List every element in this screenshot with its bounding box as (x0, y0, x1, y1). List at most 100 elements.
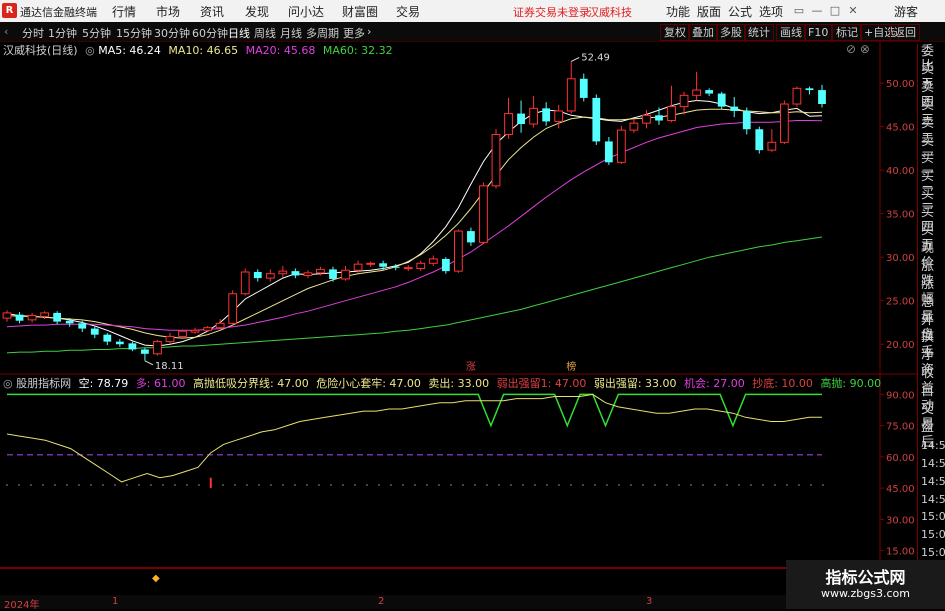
button-overlay[interactable]: 叠加 (688, 24, 718, 41)
candle (190, 327, 200, 334)
tab-weekly[interactable]: 周线 (254, 25, 276, 41)
timeline-month-2: 2 (378, 596, 385, 607)
candle-body (705, 90, 714, 94)
candle-body (767, 141, 777, 151)
ma-line-ma10 (6, 108, 823, 339)
menu-item-market[interactable]: 市场 (156, 3, 180, 20)
tab-1min[interactable]: 1分钟 (48, 25, 77, 41)
kline-chart[interactable]: 50.00 45.00 40.00 35.00 30.00 25.00 20.00 90.00… (0, 41, 917, 595)
button-statistics[interactable]: 统计 (744, 24, 774, 41)
button-back[interactable]: 返回 (890, 24, 920, 41)
tab-monthly[interactable]: 月线 (280, 25, 302, 41)
menu-item-wealth[interactable]: 财富圈 (342, 3, 378, 20)
quote-field-22: 14:56 (921, 438, 945, 452)
menu-item-trade[interactable]: 交易 (396, 3, 420, 20)
menu-item-ask[interactable]: 问小达 (288, 3, 324, 20)
candle (805, 86, 814, 95)
candle (504, 97, 513, 139)
candle (153, 339, 162, 356)
candle-body (717, 93, 726, 107)
candle (517, 100, 525, 133)
candle (592, 94, 601, 145)
tab-30min[interactable]: 30分钟 (154, 25, 190, 41)
menu-item-formula[interactable]: 公式 (728, 3, 752, 20)
candle-body (479, 185, 488, 243)
candle-body (542, 108, 551, 122)
candle (755, 126, 764, 154)
menu-item-function[interactable]: 功能 (666, 3, 690, 20)
restore-icon[interactable]: ▭ (790, 2, 808, 19)
ma60-label: MA60: 32.32 (322, 44, 393, 57)
candle (441, 257, 450, 274)
candle (90, 326, 99, 339)
menu-item-layout[interactable]: 版面 (697, 3, 721, 20)
y-axis-ticks: 50.00 45.00 40.00 35.00 30.00 25.00 20.00 90.00… (880, 79, 915, 558)
tab-multi-period[interactable]: 多周期 (306, 25, 339, 41)
green-high-sell-line (7, 393, 822, 428)
candle (403, 265, 413, 272)
y-tick-label: 40.00 (886, 166, 915, 177)
app-logo-icon: R (2, 3, 17, 18)
tab-15min[interactable]: 15分钟 (116, 25, 152, 41)
button-mark[interactable]: 标记 (832, 24, 862, 41)
maximize-icon[interactable]: □ (826, 2, 844, 19)
candle-body (265, 273, 275, 279)
candle-body (90, 328, 99, 335)
candle-body (366, 262, 376, 265)
candle (416, 260, 426, 272)
tab-bar-arrow-icon[interactable]: ‹ (4, 25, 8, 38)
button-adjust[interactable]: 复权 (660, 24, 690, 41)
ind-tick-label: 15.00 (886, 547, 915, 558)
ma-line-ma5 (6, 99, 823, 347)
candle-body (228, 293, 238, 324)
tab-daily[interactable]: 日线 (228, 25, 250, 41)
guest-label[interactable]: 游客 (894, 3, 918, 20)
indicator-label-duo: 多: 61.00 (135, 377, 186, 390)
candle-body (604, 141, 613, 163)
button-draw[interactable]: 画线 (776, 24, 806, 41)
menu-item-discover[interactable]: 发现 (245, 3, 269, 20)
candle-body (779, 103, 789, 143)
menu-item-news[interactable]: 资讯 (200, 3, 224, 20)
quote-field-24: 14:56 (921, 474, 945, 488)
ma20-label: MA20: 45.68 (245, 44, 316, 57)
indicator-label-weak-out-1: 弱出强留1: 47.00 (496, 377, 587, 390)
button-f10[interactable]: F10 (804, 24, 833, 41)
menu-item-quotes[interactable]: 行情 (112, 3, 136, 20)
tab-more[interactable]: 更多 (343, 25, 365, 41)
candle-body (616, 129, 626, 163)
tab-60min[interactable]: 60分钟 (192, 25, 228, 41)
y-tick-label: 45.00 (886, 123, 915, 134)
candle-body (316, 268, 325, 274)
yellow-indicator-line (6, 393, 822, 483)
candle-body (341, 269, 350, 280)
candle-body (65, 320, 74, 324)
chart-settings-icons[interactable]: ⊘ ⊗ (846, 42, 870, 56)
candle-body (203, 327, 213, 331)
close-icon[interactable]: ✕ (844, 2, 862, 19)
candle-body (278, 270, 288, 275)
login-notice[interactable]: 证券交易未登录 (513, 4, 590, 20)
indicator-expand-icon[interactable]: ◎ (3, 377, 13, 390)
y-tick-label: 30.00 (886, 253, 915, 264)
candle (141, 347, 149, 361)
button-multi-stock[interactable]: 多股 (716, 24, 746, 41)
candle-body (53, 312, 62, 322)
minimize-icon[interactable]: — (808, 2, 826, 19)
candle-body (792, 87, 802, 105)
tab-intraday[interactable]: 分时 (22, 25, 44, 41)
high-label: 52.49 (581, 52, 610, 63)
menu-item-options[interactable]: 选项 (759, 3, 783, 20)
candle (428, 255, 438, 266)
candle (453, 229, 463, 273)
candle (341, 265, 350, 281)
ma10-label: MA10: 46.65 (168, 44, 239, 57)
candle (616, 125, 626, 165)
candle-body (403, 267, 413, 270)
quote-field-25: 14:56 (921, 492, 945, 506)
expand-icon[interactable]: ◎ (85, 44, 95, 57)
tab-5min[interactable]: 5分钟 (82, 25, 111, 41)
more-chevron-icon[interactable]: › (367, 25, 371, 38)
candle-body (428, 258, 438, 264)
candle (779, 100, 789, 145)
